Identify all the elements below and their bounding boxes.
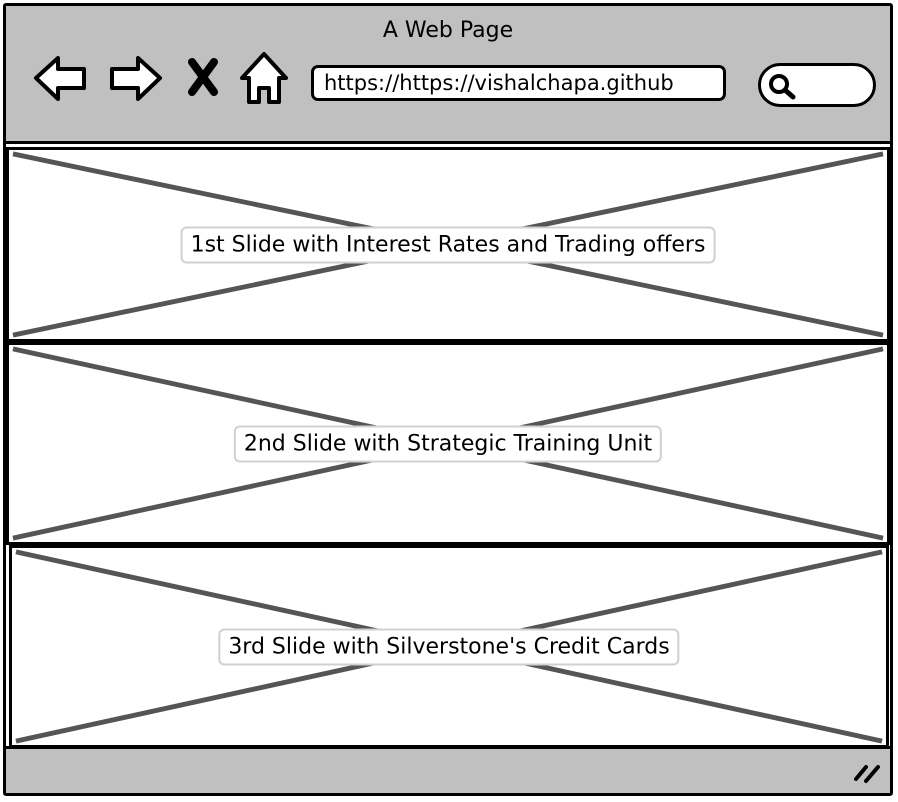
- resize-grip-icon[interactable]: [852, 759, 882, 785]
- forward-button[interactable]: [106, 48, 166, 108]
- back-button[interactable]: [30, 48, 90, 108]
- browser-window: A Web Page https://https://vishalchapa.g…: [3, 3, 893, 796]
- status-bar: [6, 746, 890, 793]
- window-title: A Web Page: [382, 18, 514, 43]
- slide-1-placeholder: 1st Slide with Interest Rates and Tradin…: [6, 147, 890, 342]
- slide-2-label: 2nd Slide with Strategic Training Unit: [233, 425, 663, 462]
- stop-button[interactable]: [178, 48, 228, 108]
- browser-toolbar: A Web Page https://https://vishalchapa.g…: [6, 6, 890, 144]
- home-icon: [240, 52, 288, 104]
- forward-arrow-icon: [110, 56, 162, 101]
- page-content: 1st Slide with Interest Rates and Tradin…: [6, 147, 890, 749]
- slide-3-placeholder: 3rd Slide with Silverstone's Credit Card…: [9, 545, 889, 748]
- slide-1-label: 1st Slide with Interest Rates and Tradin…: [180, 226, 716, 263]
- home-button[interactable]: [234, 48, 294, 108]
- address-bar[interactable]: https://https://vishalchapa.github: [311, 65, 726, 101]
- search-input[interactable]: [758, 63, 876, 107]
- slide-2-placeholder: 2nd Slide with Strategic Training Unit: [6, 342, 890, 545]
- slide-3-label: 3rd Slide with Silverstone's Credit Card…: [218, 628, 680, 665]
- back-arrow-icon: [34, 56, 86, 101]
- search-icon: [769, 74, 796, 100]
- close-icon: [188, 58, 218, 96]
